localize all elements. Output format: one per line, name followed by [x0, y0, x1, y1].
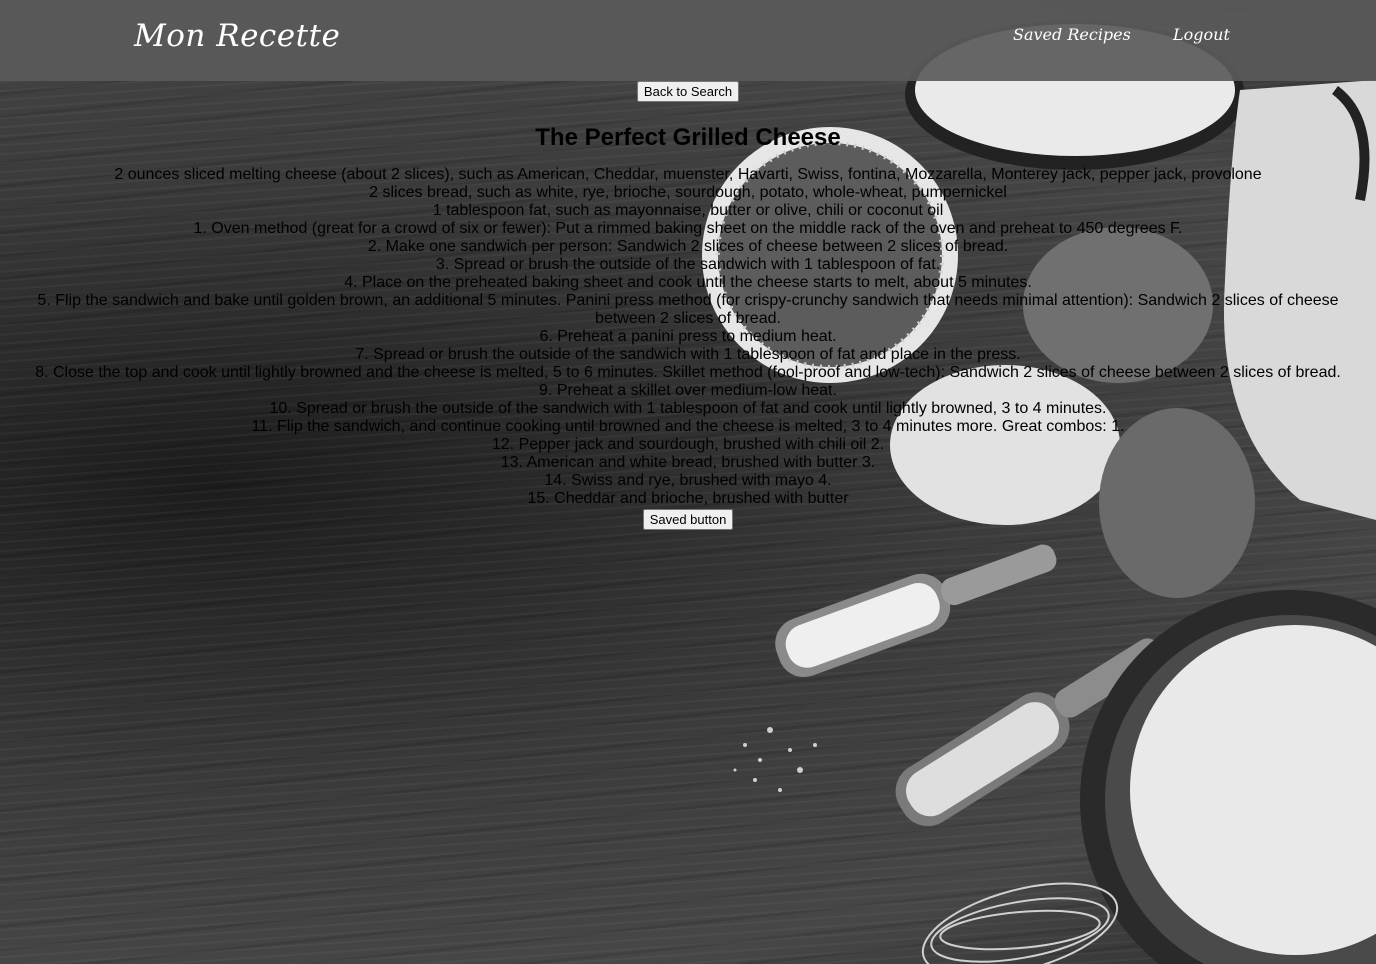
step-item: 15. Cheddar and brioche, brushed with bu…: [527, 490, 849, 507]
salt-scoop-shape: [775, 544, 1057, 678]
step-item: 4. Place on the preheated baking sheet a…: [344, 274, 1032, 291]
recipe-title: The Perfect Grilled Cheese: [535, 124, 841, 151]
step-item: 2. Make one sandwich per person: Sandwic…: [367, 238, 1009, 255]
step-item: 11. Flip the sandwich, and continue cook…: [251, 418, 1125, 435]
step-item: 10. Spread or brush the outside of the s…: [269, 400, 1107, 417]
recipe-lines: 2 ounces sliced melting cheese (about 2 …: [0, 166, 1376, 508]
step-item: 3. Spread or brush the outside of the sa…: [435, 256, 941, 273]
recipe-detail: Back to Search The Perfect Grilled Chees…: [0, 81, 1376, 530]
step-item: 8. Close the top and cook until lightly …: [35, 364, 1341, 381]
back-to-search-button[interactable]: Back to Search: [636, 81, 740, 102]
step-item: 9. Preheat a skillet over medium-low hea…: [539, 382, 837, 399]
save-recipe-button[interactable]: Saved button: [642, 509, 734, 530]
save-button-wrapper: Saved button: [0, 509, 1376, 530]
step-item: 1. Oven method (great for a crowd of six…: [193, 220, 1183, 237]
ingredient-item: 2 slices bread, such as white, rye, brio…: [369, 184, 1007, 201]
step-item: 13. American and white bread, brushed wi…: [500, 454, 876, 471]
step-item: 5. Flip the sandwich and bake until gold…: [37, 292, 1339, 327]
nav-logout-link[interactable]: Logout: [1173, 25, 1230, 44]
ingredient-item: 1 tablespoon fat, such as mayonnaise, bu…: [432, 202, 944, 219]
flour-scatter-shape: [733, 727, 817, 792]
top-navbar: Mon Recette Saved Recipes Logout: [0, 0, 1376, 81]
whisk-shape: [921, 882, 1119, 964]
step-item: 6. Preheat a panini press to medium heat…: [539, 328, 837, 345]
nav-saved-recipes-link[interactable]: Saved Recipes: [1013, 25, 1131, 44]
brand-logo[interactable]: Mon Recette: [134, 18, 340, 54]
step-item: 7. Spread or brush the outside of the sa…: [355, 346, 1021, 363]
step-item: 12. Pepper jack and sourdough, brushed w…: [491, 436, 885, 453]
step-item: 14. Swiss and rye, brushed with mayo 4.: [544, 472, 832, 489]
ingredient-item: 2 ounces sliced melting cheese (about 2 …: [114, 166, 1262, 183]
